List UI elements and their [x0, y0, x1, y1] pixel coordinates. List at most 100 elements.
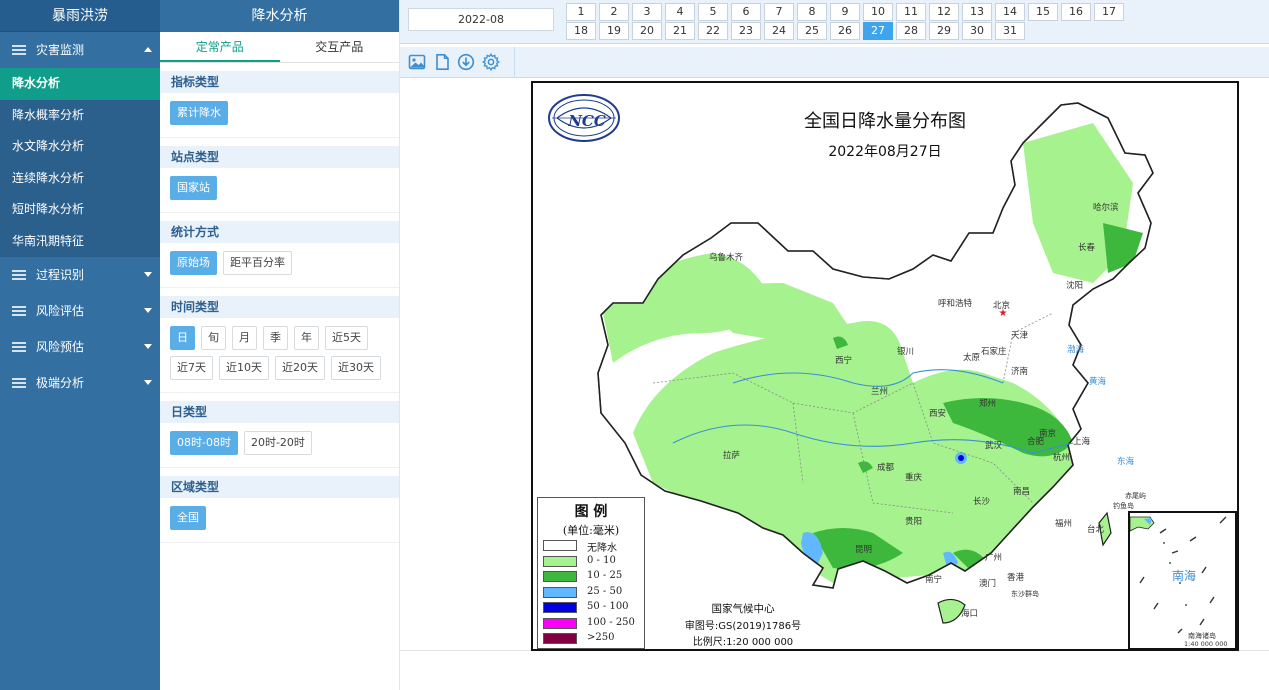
day-button[interactable]: 15 — [1028, 3, 1058, 21]
day-button[interactable]: 16 — [1061, 3, 1091, 21]
option-button[interactable]: 日 — [170, 326, 195, 350]
day-button[interactable]: 18 — [566, 22, 596, 40]
legend-entry: >250 — [538, 631, 644, 647]
day-button[interactable]: 7 — [764, 3, 794, 21]
day-button[interactable]: 28 — [896, 22, 926, 40]
day-button[interactable]: 3 — [632, 3, 662, 21]
day-button[interactable]: 21 — [665, 22, 695, 40]
sidebar-item-precipitation-analysis[interactable]: 降水分析 — [0, 68, 160, 100]
sidebar-item-hydrological-precipitation[interactable]: 水文降水分析 — [0, 131, 160, 163]
map-legend: 图 例 (单位:毫米) 无降水 0 - 10 10 - 25 25 - 50 50 - … — [537, 497, 645, 649]
city-label: 重庆 — [905, 473, 923, 483]
option-button[interactable]: 原始场 — [170, 251, 217, 275]
option-button[interactable]: 近20天 — [275, 356, 325, 380]
day-button[interactable]: 26 — [830, 22, 860, 40]
city-label: 香港 — [1007, 573, 1025, 583]
image-icon[interactable] — [408, 53, 426, 71]
menu-group-process-identification[interactable]: 过程识别 — [0, 257, 160, 293]
day-button[interactable]: 11 — [896, 3, 926, 21]
panel-tabs: 定常产品 交互产品 — [160, 32, 399, 63]
day-button[interactable]: 10 — [863, 3, 893, 21]
option-button[interactable]: 年 — [294, 326, 319, 350]
tab-interactive-products[interactable]: 交互产品 — [280, 32, 400, 62]
section-title: 站点类型 — [160, 146, 399, 168]
menu-group-label: 过程识别 — [36, 268, 85, 282]
day-button[interactable]: 1 — [566, 3, 596, 21]
download-icon[interactable] — [457, 53, 475, 71]
tab-fixed-products[interactable]: 定常产品 — [160, 32, 280, 62]
day-button[interactable]: 22 — [698, 22, 728, 40]
legend-entry: 无降水 — [538, 538, 644, 554]
day-button[interactable]: 31 — [995, 22, 1025, 40]
legend-swatch — [543, 540, 577, 551]
day-button[interactable]: 20 — [632, 22, 662, 40]
day-button[interactable]: 6 — [731, 3, 761, 21]
legend-swatch — [543, 571, 577, 582]
legend-entry: 50 - 100 — [538, 600, 644, 616]
menu-group-risk-assessment[interactable]: 风险评估 — [0, 293, 160, 329]
option-button[interactable]: 08时-08时 — [170, 431, 238, 455]
sidebar-brand: 暴雨洪涝 — [0, 0, 160, 32]
section-title: 指标类型 — [160, 71, 399, 93]
menu-group-extreme-analysis[interactable]: 极端分析 — [0, 365, 160, 401]
option-button[interactable]: 月 — [232, 326, 257, 350]
day-button[interactable]: 9 — [830, 3, 860, 21]
day-button[interactable]: 17 — [1094, 3, 1124, 21]
day-button[interactable]: 12 — [929, 3, 959, 21]
document-icon[interactable] — [433, 53, 451, 71]
sidebar-item-precipitation-probability[interactable]: 降水概率分析 — [0, 100, 160, 132]
option-button[interactable]: 近5天 — [325, 326, 368, 350]
menu-list-icon — [12, 45, 26, 55]
city-label: 郑州 — [979, 399, 997, 409]
city-label: 南京 — [1039, 429, 1057, 439]
day-button[interactable]: 14 — [995, 3, 1025, 21]
chevron-up-icon — [144, 47, 152, 52]
city-label: 成都 — [877, 463, 895, 473]
city-label: 长春 — [1078, 243, 1096, 253]
legend-label: 10 - 25 — [587, 570, 623, 581]
menu-group-label: 风险预估 — [36, 340, 85, 354]
day-button[interactable]: 30 — [962, 22, 992, 40]
city-label: 拉萨 — [723, 451, 741, 461]
day-button[interactable]: 23 — [731, 22, 761, 40]
day-button[interactable]: 19 — [599, 22, 629, 40]
option-button[interactable]: 旬 — [201, 326, 226, 350]
day-button[interactable]: 24 — [764, 22, 794, 40]
day-button[interactable]: 25 — [797, 22, 827, 40]
sidebar-item-short-duration-precipitation[interactable]: 短时降水分析 — [0, 194, 160, 226]
option-button[interactable]: 全国 — [170, 506, 206, 530]
month-picker[interactable]: 2022-08 — [408, 8, 554, 31]
day-button[interactable]: 5 — [698, 3, 728, 21]
option-button[interactable]: 近10天 — [219, 356, 269, 380]
city-label: 石家庄 — [981, 347, 1007, 357]
option-button[interactable]: 季 — [263, 326, 288, 350]
legend-label: 25 - 50 — [587, 585, 623, 597]
option-button[interactable]: 国家站 — [170, 176, 217, 200]
day-button[interactable]: 8 — [797, 3, 827, 21]
legend-entry: 100 - 250 — [538, 616, 644, 632]
sidebar-item-south-china-flood-season[interactable]: 华南汛期特征 — [0, 226, 160, 258]
option-button[interactable]: 近7天 — [170, 356, 213, 380]
day-button[interactable]: 13 — [962, 3, 992, 21]
option-button[interactable]: 累计降水 — [170, 101, 228, 125]
menu-group-disaster-monitoring[interactable]: 灾害监测 — [0, 32, 160, 68]
legend-swatch — [543, 617, 577, 629]
menu-group-risk-projection[interactable]: 风险预估 — [0, 329, 160, 365]
day-button[interactable]: 29 — [929, 22, 959, 40]
sidebar-item-continuous-precipitation[interactable]: 连续降水分析 — [0, 163, 160, 195]
day-button[interactable]: 2 — [599, 3, 629, 21]
option-button[interactable]: 近30天 — [331, 356, 381, 380]
city-label: 沈阳 — [1066, 281, 1084, 291]
map-toolbar — [400, 47, 1269, 78]
city-label: 南昌 — [1013, 487, 1031, 497]
day-button[interactable]: 27 — [863, 22, 893, 40]
option-button[interactable]: 距平百分率 — [223, 251, 292, 275]
legend-entry: 25 - 50 — [538, 585, 644, 601]
chevron-down-icon — [144, 308, 152, 313]
option-button[interactable]: 20时-20时 — [243, 431, 312, 455]
legend-entries: 无降水 0 - 10 10 - 25 25 - 50 50 - 100 100 - 250… — [538, 538, 644, 647]
settings-icon[interactable] — [482, 53, 500, 71]
day-button[interactable]: 4 — [665, 3, 695, 21]
sea-label: 东海 — [1117, 457, 1135, 467]
legend-label: 50 - 100 — [587, 601, 629, 612]
